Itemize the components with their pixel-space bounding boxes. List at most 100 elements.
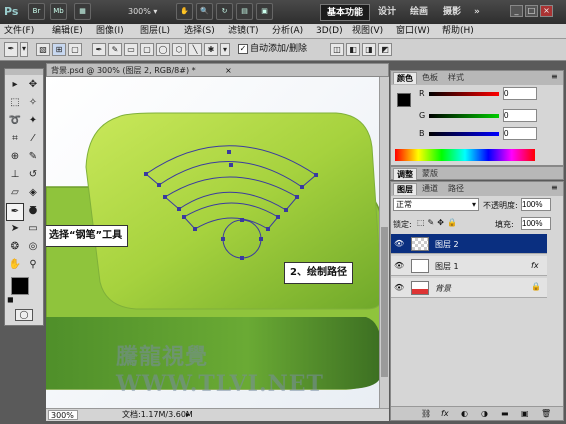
quick-select-icon[interactable]: ✦ (25, 113, 41, 129)
new-layer-icon[interactable]: ▣ (521, 407, 529, 421)
geometry-options-icon[interactable]: ▾ (220, 43, 230, 56)
mini-bridge-button[interactable]: Mb (50, 3, 67, 20)
shape-layers-icon[interactable]: ▧ (36, 43, 50, 56)
menu-file[interactable]: 文件(F) (4, 25, 34, 38)
layer-row-background[interactable]: 👁 背景 🔒 (391, 278, 547, 298)
opacity-input[interactable] (521, 198, 551, 211)
menu-image[interactable]: 图像(I) (96, 25, 124, 38)
tab-layers[interactable]: 图层 (393, 183, 417, 195)
lasso-tool-icon[interactable]: ➰ (7, 113, 23, 129)
quick-mask-icon[interactable]: ◯ (15, 309, 33, 321)
tab-masks[interactable]: 蒙版 (419, 168, 441, 180)
shape-tool-icon[interactable]: ▭ (25, 221, 41, 237)
zoom-select[interactable]: 300% ▾ (128, 4, 170, 19)
brush-tool-icon[interactable]: ✎ (25, 149, 41, 165)
channel-r-slider[interactable] (429, 92, 499, 96)
blend-mode-select[interactable]: 正常 ▾ (393, 198, 479, 211)
marquee-tool-icon[interactable]: ⬚ (7, 95, 23, 111)
path-area-exclude-icon[interactable]: ◩ (378, 43, 392, 56)
status-zoom[interactable]: 300% (48, 410, 78, 420)
color-spectrum[interactable] (395, 149, 535, 161)
menu-help[interactable]: 帮助(H) (442, 25, 474, 38)
vertical-scrollbar[interactable] (379, 77, 389, 408)
ellipse-icon[interactable]: ◯ (156, 43, 170, 56)
pen-preset-icon[interactable]: ✒ (4, 42, 18, 57)
freeform-pen-icon[interactable]: ✎ (108, 43, 122, 56)
path-area-add-icon[interactable]: ◫ (330, 43, 344, 56)
visibility-eye-icon[interactable]: 👁 (394, 239, 404, 248)
add-mask-icon[interactable]: ◐ (461, 407, 468, 421)
clone-stamp-icon[interactable]: ⊥ (7, 167, 23, 183)
color-panel-menu-icon[interactable]: ≡ (551, 72, 558, 81)
workspace-photography[interactable]: 摄影 (443, 4, 461, 21)
scrollbar-thumb[interactable] (381, 227, 388, 377)
layer-fx-badge[interactable]: fx (531, 261, 539, 270)
layer-row-1[interactable]: 👁 图层 1 fx (391, 256, 547, 276)
close-button[interactable]: × (540, 5, 553, 17)
move-arrow-icon[interactable]: ✥ (25, 77, 41, 93)
magic-wand-icon[interactable]: ✧ (25, 95, 41, 111)
workspace-more-icon[interactable]: » (474, 4, 480, 21)
menu-view[interactable]: 视图(V) (352, 25, 383, 38)
menu-edit[interactable]: 编辑(E) (52, 25, 83, 38)
rectangle-shape-icon[interactable]: ▭ (124, 43, 138, 56)
menu-3d[interactable]: 3D(D) (316, 25, 343, 38)
3d-rotate-icon[interactable]: ❂ (7, 239, 23, 255)
arrange-documents-button[interactable]: ▤ (236, 3, 253, 20)
paint-bucket-icon[interactable]: ◈ (25, 185, 41, 201)
move-tool-icon[interactable]: ▸ (7, 77, 23, 93)
channel-g-input[interactable] (503, 109, 537, 122)
workspace-painting[interactable]: 绘画 (410, 4, 428, 21)
crop-tool-icon[interactable]: ⌗ (7, 131, 23, 147)
eraser-tool-icon[interactable]: ▱ (7, 185, 23, 201)
lock-icons[interactable]: ⬚✎✥🔒 (417, 218, 460, 227)
history-brush-icon[interactable]: ↺ (25, 167, 41, 183)
tab-styles[interactable]: 样式 (445, 72, 467, 84)
menu-filter[interactable]: 滤镜(T) (228, 25, 259, 38)
channel-b-slider[interactable] (429, 132, 499, 136)
new-group-icon[interactable]: ▬ (501, 407, 509, 421)
tab-adjustments[interactable]: 调整 (393, 168, 417, 180)
view-extras-button[interactable]: ▦ (74, 3, 91, 20)
status-menu-icon[interactable]: ▸ (186, 410, 190, 420)
channel-g-slider[interactable] (429, 114, 499, 118)
foreground-color-swatch[interactable] (11, 277, 29, 295)
hand-tool-button[interactable]: ✋ (176, 3, 193, 20)
preset-dropdown-icon[interactable]: ▾ (20, 42, 28, 57)
type-tool-icon[interactable]: T (25, 203, 41, 219)
layers-panel-menu-icon[interactable]: ≡ (551, 183, 558, 192)
visibility-eye-icon[interactable]: 👁 (394, 261, 404, 270)
color-fg-swatch[interactable] (397, 93, 411, 107)
tab-color[interactable]: 颜色 (393, 72, 417, 84)
workspace-essentials[interactable]: 基本功能 (320, 4, 370, 21)
rotate-view-button[interactable]: ↻ (216, 3, 233, 20)
polygon-icon[interactable]: ⬡ (172, 43, 186, 56)
custom-shape-icon[interactable]: ✱ (204, 43, 218, 56)
add-style-icon[interactable]: fx (441, 407, 449, 421)
tab-paths[interactable]: 路径 (445, 183, 467, 195)
maximize-button[interactable]: □ (525, 5, 538, 17)
zoom-tool-icon[interactable]: ⚲ (25, 257, 41, 273)
document-tab[interactable]: 背景.psd @ 300% (图层 2, RGB/8#) * × (46, 63, 389, 77)
bridge-button[interactable]: Br (28, 3, 45, 20)
channel-r-input[interactable] (503, 87, 537, 100)
zoom-tool-button[interactable]: 🔍 (196, 3, 213, 20)
fill-input[interactable] (521, 217, 551, 230)
visibility-eye-icon[interactable]: 👁 (394, 283, 404, 292)
eyedropper-icon[interactable]: ⁄ (25, 131, 41, 147)
fill-pixels-icon[interactable]: ▢ (68, 43, 82, 56)
link-layers-icon[interactable]: ⛓ (421, 407, 431, 421)
paths-mode-icon[interactable]: ⊞ (52, 43, 66, 56)
path-select-icon[interactable]: ➤ (7, 221, 23, 237)
pen-tool-button[interactable]: ✒ (6, 203, 24, 221)
minimize-button[interactable]: _ (510, 5, 523, 17)
layer-row-2[interactable]: 👁 图层 2 (391, 234, 547, 254)
screen-mode-button[interactable]: ▣ (256, 3, 273, 20)
default-colors-icon[interactable]: ◼ (7, 295, 14, 304)
tab-channels[interactable]: 通道 (419, 183, 441, 195)
hand-tool-icon[interactable]: ✋ (7, 257, 23, 273)
3d-orbit-icon[interactable]: ◎ (25, 239, 41, 255)
document-close-icon[interactable]: × (225, 65, 232, 76)
path-area-intersect-icon[interactable]: ◨ (362, 43, 376, 56)
canvas-area[interactable]: 騰龍視覺 WWW.TLVI.NET 1、选择“钢笔”工具 2、绘制路径 (46, 77, 383, 410)
